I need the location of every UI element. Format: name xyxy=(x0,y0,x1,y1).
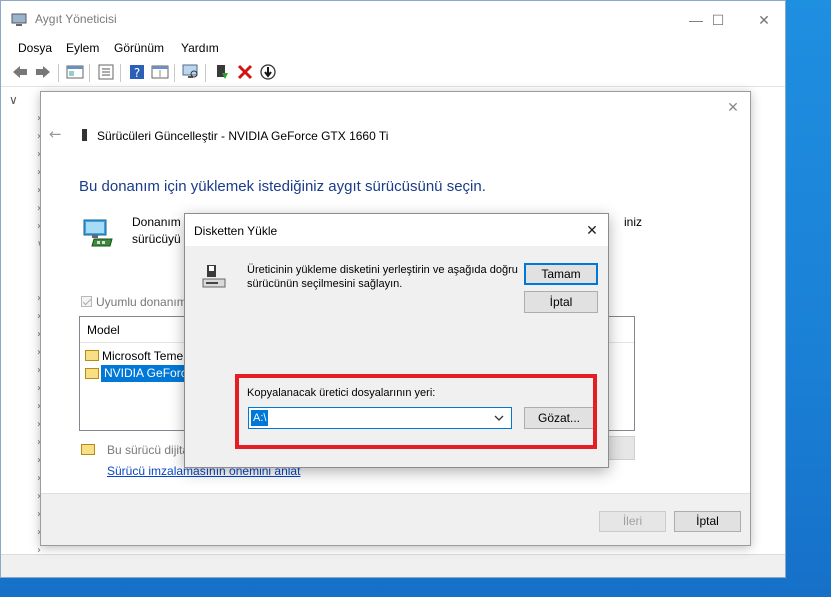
highlight-rectangle xyxy=(235,374,597,449)
scan-hardware-icon[interactable] xyxy=(182,64,200,80)
next-button[interactable]: İleri xyxy=(599,511,666,532)
uninstall-x-icon[interactable] xyxy=(236,64,254,80)
dialog-close-button[interactable]: ✕ xyxy=(582,220,602,240)
disk-drive-icon xyxy=(202,265,226,288)
wizard-heading: Bu donanım için yüklemek istediğiniz ayg… xyxy=(79,178,486,195)
list-item[interactable]: Microsoft Teme xyxy=(85,347,195,365)
dialog-message-line1: Üreticinin yükleme disketini yerleştirin… xyxy=(247,264,518,276)
compatible-hardware-checkbox[interactable] xyxy=(81,296,92,307)
driver-signed-icon xyxy=(81,444,95,455)
menu-bar: Dosya Eylem Görünüm Yardım xyxy=(1,37,785,59)
menu-action[interactable]: Eylem xyxy=(66,41,99,55)
graphics-card-icon xyxy=(82,129,87,141)
forward-arrow-icon[interactable] xyxy=(34,64,52,80)
wizard-footer: İleri İptal xyxy=(41,493,750,545)
dialog-title: Disketten Yükle xyxy=(194,224,278,238)
title-bar: Aygıt Yöneticisi — ☐ ✕ xyxy=(1,1,785,37)
model-label: Microsoft Teme xyxy=(102,349,184,363)
svg-text:?: ? xyxy=(134,66,140,80)
device-tree: ∨ › › › › › › › ∨ › › › › › › › › › › › … xyxy=(1,87,45,556)
wizard-close-button[interactable]: ✕ xyxy=(722,96,744,118)
menu-file[interactable]: Dosya xyxy=(18,41,52,55)
window-title: Aygıt Yöneticisi xyxy=(35,12,117,26)
dialog-title-bar: Disketten Yükle ✕ xyxy=(185,214,608,246)
hardware-computer-icon xyxy=(83,219,113,247)
window-view-icon[interactable] xyxy=(151,64,169,80)
device-manager-icon xyxy=(11,13,27,26)
help-icon[interactable]: ? xyxy=(128,64,146,80)
compatible-hardware-label: Uyumlu donanım xyxy=(96,295,187,309)
status-bar xyxy=(1,554,785,577)
back-arrow-icon[interactable] xyxy=(11,64,29,80)
menu-help[interactable]: Yardım xyxy=(181,41,219,55)
list-item[interactable]: NVIDIA GeForce xyxy=(85,365,197,383)
dialog-cancel-button[interactable]: İptal xyxy=(524,291,598,313)
wizard-cancel-button[interactable]: İptal xyxy=(674,511,741,532)
wizard-description-line2: sürücüyü xyxy=(132,232,181,246)
dialog-message-line2: sürücünün seçilmesini sağlayın. xyxy=(247,278,403,290)
driver-package-icon xyxy=(85,350,99,361)
update-driver-icon[interactable] xyxy=(213,64,231,80)
wizard-title: Sürücüleri Güncelleştir - NVIDIA GeForce… xyxy=(97,129,389,143)
close-button[interactable]: ✕ xyxy=(741,7,787,33)
back-arrow-icon[interactable]: ← xyxy=(49,125,62,143)
wizard-description-fragment: iniz xyxy=(624,215,643,229)
properties-sheet-icon[interactable] xyxy=(97,64,115,80)
model-label: NVIDIA GeForce xyxy=(101,365,197,382)
download-circle-icon[interactable] xyxy=(259,64,277,80)
menu-view[interactable]: Görünüm xyxy=(114,41,164,55)
toolbar: ? xyxy=(1,59,785,87)
ok-button[interactable]: Tamam xyxy=(524,263,598,285)
wizard-description-line1: Donanım xyxy=(132,215,181,229)
properties-window-icon[interactable] xyxy=(66,64,84,80)
tree-expand-icon[interactable]: ∨ xyxy=(9,93,18,107)
driver-package-icon xyxy=(85,368,99,379)
maximize-button[interactable]: ☐ xyxy=(695,7,741,33)
